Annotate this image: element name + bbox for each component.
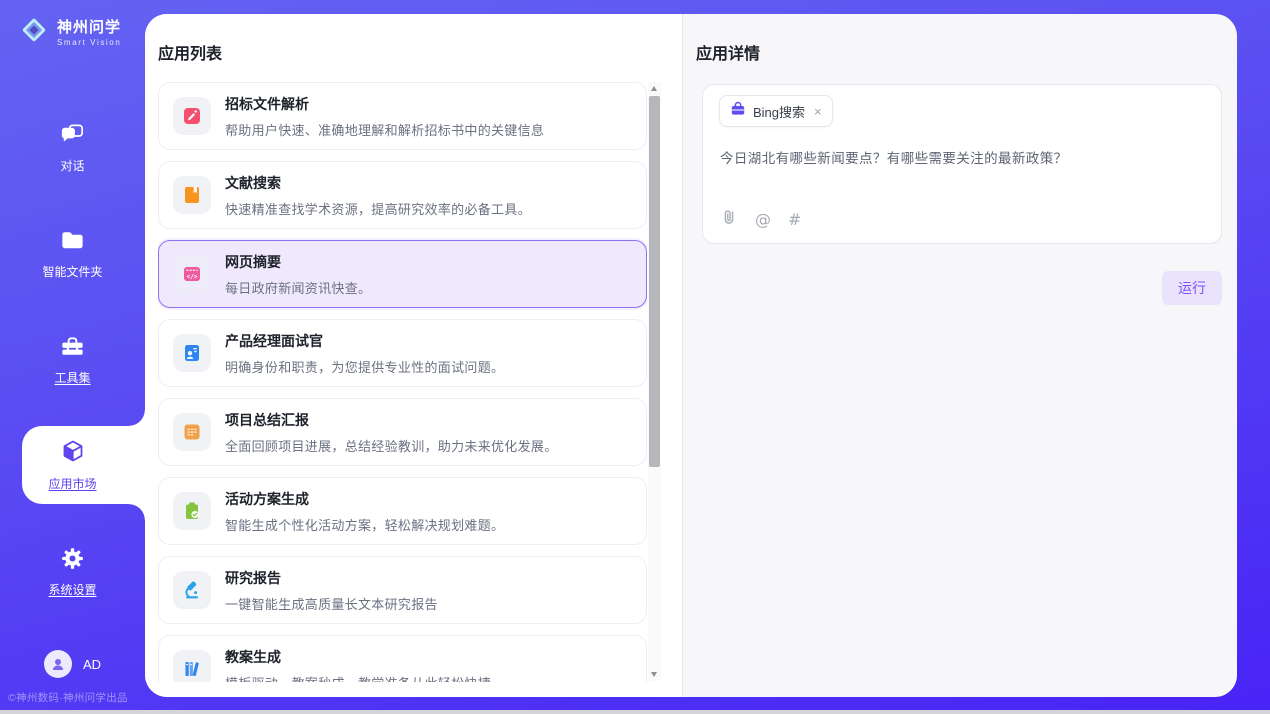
attachment-toolbar: @ # <box>720 208 801 231</box>
sidebar-item-chat[interactable]: 对话 <box>0 94 145 200</box>
sidebar-item-label: 系统设置 <box>48 581 96 598</box>
tool-chip-label: Bing搜索 <box>753 102 805 121</box>
app-card-project-summary[interactable]: 项目总结汇报 全面回顾项目进展，总结经验教训，助力未来优化发展。 <box>158 398 647 466</box>
sidebar-nav: 对话 智能文件夹 工具集 <box>0 94 145 624</box>
app-card-lesson-plan[interactable]: 教案生成 模板驱动，教案秒成，教学准备从此轻松快捷 <box>158 635 647 682</box>
app-card-title: 教案生成 <box>225 647 491 667</box>
memo-icon <box>173 413 211 451</box>
book-icon <box>173 176 211 214</box>
sidebar-item-label: 工具集 <box>54 369 90 386</box>
app-card-title: 研究报告 <box>225 568 438 588</box>
app-card-literature-search[interactable]: 文献搜索 快速精准查找学术资源，提高研究效率的必备工具。 <box>158 161 647 229</box>
paperclip-icon[interactable] <box>720 208 738 231</box>
books-icon <box>173 650 211 682</box>
document-edit-icon <box>173 97 211 135</box>
sidebar-item-label: 对话 <box>60 157 84 174</box>
gear-icon <box>59 544 87 572</box>
app-card-bid-analysis[interactable]: 招标文件解析 帮助用户快速、准确地理解和解析招标书中的关键信息 <box>158 82 647 150</box>
app-card-title: 招标文件解析 <box>225 94 544 114</box>
scrollbar-thumb[interactable] <box>649 96 660 467</box>
avatar <box>44 650 72 678</box>
chat-icon <box>59 120 87 148</box>
app-card-desc: 模板驱动，教案秒成，教学准备从此轻松快捷 <box>225 673 491 683</box>
folder-icon <box>59 226 87 254</box>
app-card-title: 活动方案生成 <box>225 489 504 509</box>
prompt-card: Bing搜索 × 今日湖北有哪些新闻要点？有哪些需要关注的最新政策？ @ # <box>702 84 1222 244</box>
scroll-down-button[interactable] <box>648 668 661 681</box>
sidebar-item-toolbox[interactable]: 工具集 <box>0 306 145 412</box>
tool-chip-bing-search[interactable]: Bing搜索 × <box>719 95 833 127</box>
app-list-pane: 应用列表 招标文件解析 帮助用户快速、准确地理解和解析招标书中的关键信息 <box>145 14 683 697</box>
mention-icon[interactable]: @ <box>755 211 771 229</box>
app-card-pm-interviewer[interactable]: 产品经理面试官 明确身份和职责，为您提供专业性的面试问题。 <box>158 319 647 387</box>
clipboard-check-icon <box>173 492 211 530</box>
app-card-research-report[interactable]: 研究报告 一键智能生成高质量长文本研究报告 <box>158 556 647 624</box>
scroll-up-button[interactable] <box>648 82 661 95</box>
svg-text:</>: </> <box>187 274 198 281</box>
app-card-web-summary[interactable]: </> 网页摘要 每日政府新闻资讯快查。 <box>158 240 647 308</box>
brand-diamond-icon <box>19 15 49 50</box>
app-card-desc: 快速精准查找学术资源，提高研究效率的必备工具。 <box>225 199 531 218</box>
app-card-desc: 明确身份和职责，为您提供专业性的面试问题。 <box>225 357 504 376</box>
app-card-desc: 每日政府新闻资讯快查。 <box>225 278 371 297</box>
main-container: 应用列表 招标文件解析 帮助用户快速、准确地理解和解析招标书中的关键信息 <box>145 14 1237 697</box>
sidebar-item-app-market[interactable]: 应用市场 <box>0 412 145 518</box>
briefcase-icon <box>730 101 746 122</box>
app-list: 招标文件解析 帮助用户快速、准确地理解和解析招标书中的关键信息 文献搜索 快速精… <box>158 82 647 682</box>
user-name: AD <box>83 657 101 672</box>
app-detail-pane: 应用详情 Bing搜索 × 今日湖北有哪些新闻要点？有哪些需要关注的最新政策？ <box>683 14 1237 697</box>
brand-text: 神州问学 Smart Vision <box>57 19 121 47</box>
toolbox-icon <box>59 332 87 360</box>
run-button[interactable]: 运行 <box>1162 271 1222 305</box>
app-card-title: 项目总结汇报 <box>225 410 558 430</box>
sidebar-item-label: 应用市场 <box>48 475 96 492</box>
sidebar-item-smart-folder[interactable]: 智能文件夹 <box>0 200 145 306</box>
app-card-desc: 一键智能生成高质量长文本研究报告 <box>225 594 438 613</box>
app-card-event-plan[interactable]: 活动方案生成 智能生成个性化活动方案，轻松解决规划难题。 <box>158 477 647 545</box>
sidebar-item-label: 智能文件夹 <box>42 263 102 280</box>
app-card-title: 网页摘要 <box>225 252 371 272</box>
query-text[interactable]: 今日湖北有哪些新闻要点？有哪些需要关注的最新政策？ <box>720 149 1205 169</box>
web-code-icon: </> <box>173 255 211 293</box>
user-profile[interactable]: AD <box>0 650 145 678</box>
sidebar-item-settings[interactable]: 系统设置 <box>0 518 145 624</box>
app-list-scrollbar[interactable] <box>648 82 661 681</box>
brand-name: 神州问学 <box>57 19 121 36</box>
sidebar: 神州问学 Smart Vision 对话 智能文件夹 <box>0 0 145 714</box>
chip-close-icon[interactable]: × <box>814 104 822 119</box>
hash-icon[interactable]: # <box>788 211 801 229</box>
brand-logo: 神州问学 Smart Vision <box>19 15 121 50</box>
sidebar-footer: ©神州数码·神州问学出品 <box>8 690 128 705</box>
app-card-title: 产品经理面试官 <box>225 331 504 351</box>
brand-tagline: Smart Vision <box>57 38 121 47</box>
app-list-title: 应用列表 <box>158 40 222 64</box>
app-card-desc: 全面回顾项目进展，总结经验教训，助力未来优化发展。 <box>225 436 558 455</box>
app-card-desc: 智能生成个性化活动方案，轻松解决规划难题。 <box>225 515 504 534</box>
app-card-desc: 帮助用户快速、准确地理解和解析招标书中的关键信息 <box>225 120 544 139</box>
cube-icon <box>59 438 87 466</box>
microscope-icon <box>173 571 211 609</box>
window-bottom-edge <box>0 710 1270 714</box>
interviewer-doc-icon <box>173 334 211 372</box>
app-card-title: 文献搜索 <box>225 173 531 193</box>
app-detail-title: 应用详情 <box>696 40 760 64</box>
